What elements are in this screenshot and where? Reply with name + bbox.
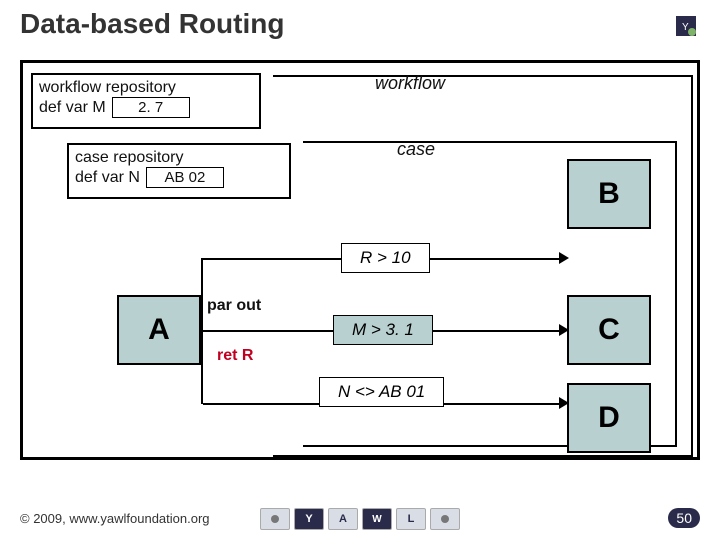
ret-r-label: ret R xyxy=(217,347,253,365)
workflow-scope-label: workflow xyxy=(375,73,445,94)
pager-logo-a: A xyxy=(328,508,358,530)
workflow-repository-box: workflow repository def var M 2. 7 xyxy=(31,73,261,129)
app-logo-icon: Y xyxy=(674,14,698,38)
condition-d: N <> AB 01 xyxy=(319,377,444,407)
workflow-repo-label: workflow repository xyxy=(39,79,253,97)
task-node-b: B xyxy=(567,159,651,229)
svg-text:Y: Y xyxy=(682,22,689,33)
task-node-c: C xyxy=(567,295,651,365)
case-repository-box: case repository def var N AB 02 xyxy=(67,143,291,199)
page-title: Data-based Routing xyxy=(20,8,284,40)
case-repo-label: case repository xyxy=(75,149,283,167)
arrowhead-icon xyxy=(559,252,569,264)
slide: Data-based Routing Y workflow case workf… xyxy=(0,0,720,540)
case-scope-label: case xyxy=(397,139,435,160)
page-number: 50 xyxy=(668,508,700,528)
diagram-frame: workflow case workflow repository def va… xyxy=(20,60,700,460)
condition-b: R > 10 xyxy=(341,243,430,273)
pager-strip: Y A W L xyxy=(260,508,460,530)
task-node-d: D xyxy=(567,383,651,453)
pager-next-button[interactable] xyxy=(430,508,460,530)
case-var-value: AB 02 xyxy=(146,167,224,188)
pager-logo-w: W xyxy=(362,508,392,530)
pager-prev-button[interactable] xyxy=(260,508,290,530)
par-out-label: par out xyxy=(207,297,261,315)
condition-c: M > 3. 1 xyxy=(333,315,433,345)
workflow-var-value: 2. 7 xyxy=(112,97,190,118)
task-node-a: A xyxy=(117,295,201,365)
pager-logo-l: L xyxy=(396,508,426,530)
copyright-text: © 2009, www.yawlfoundation.org xyxy=(20,511,210,526)
case-var-label: def var N xyxy=(75,169,140,187)
pager-logo-y: Y xyxy=(294,508,324,530)
workflow-var-label: def var M xyxy=(39,99,106,117)
